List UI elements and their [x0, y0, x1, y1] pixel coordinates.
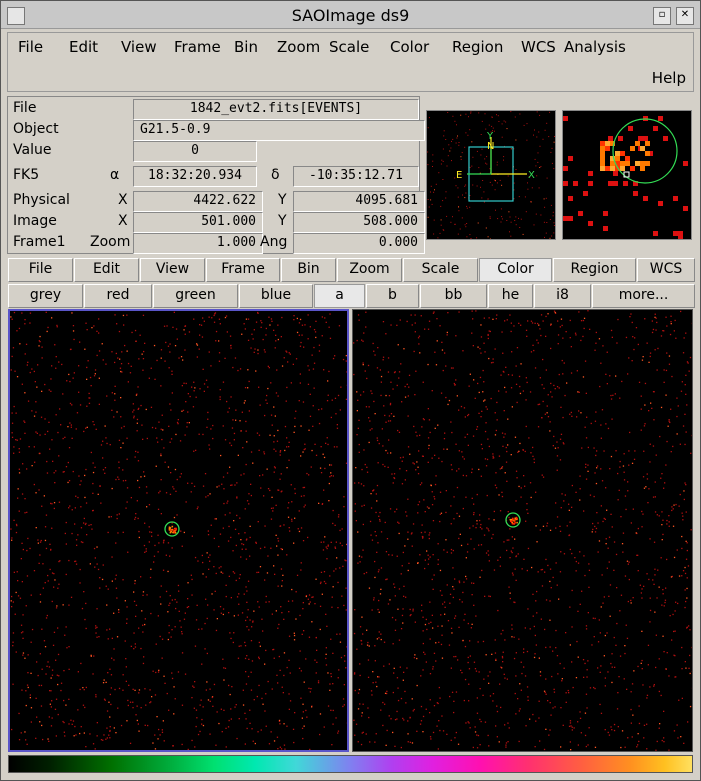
- button-bin[interactable]: Bin: [281, 258, 336, 282]
- value-label: Value: [13, 142, 52, 158]
- panner-north-text: N: [487, 141, 494, 152]
- frame-1-canvas: [10, 311, 347, 750]
- close-button[interactable]: ✕: [676, 7, 694, 25]
- frame-label: Frame1: [13, 234, 66, 250]
- frame-2-canvas: [353, 310, 692, 751]
- magnifier-pixels: [563, 116, 688, 239]
- menu-wcs[interactable]: WCS: [521, 38, 556, 56]
- alpha-label: α: [110, 167, 120, 183]
- colorbar[interactable]: [8, 755, 693, 773]
- menu-view[interactable]: View: [121, 38, 157, 56]
- colormap-b[interactable]: b: [366, 284, 419, 308]
- button-scale[interactable]: Scale: [403, 258, 478, 282]
- panner-canvas: X Y E N: [427, 111, 555, 239]
- colormap-blue[interactable]: blue: [239, 284, 313, 308]
- colormap-a[interactable]: a: [314, 284, 365, 308]
- colormap-bb[interactable]: bb: [420, 284, 487, 308]
- colormap-grey[interactable]: grey: [8, 284, 83, 308]
- button-wcs[interactable]: WCS: [637, 258, 695, 282]
- zoom-field: 1.000: [133, 233, 263, 254]
- colormap-green[interactable]: green: [153, 284, 238, 308]
- button-frame[interactable]: Frame: [206, 258, 280, 282]
- zoom-label: Zoom: [90, 234, 131, 250]
- minimize-button[interactable]: ▫: [653, 7, 671, 25]
- file-field: 1842_evt2.fits[EVENTS]: [133, 99, 419, 120]
- info-panel: File 1842_evt2.fits[EVENTS] Object G21.5…: [7, 96, 425, 254]
- menu-analysis[interactable]: Analysis: [564, 38, 626, 56]
- physical-label: Physical: [13, 192, 70, 208]
- angle-label: Ang: [260, 234, 288, 250]
- angle-field: 0.000: [293, 233, 425, 254]
- button-region[interactable]: Region: [553, 258, 636, 282]
- menu-zoom[interactable]: Zoom: [277, 38, 320, 56]
- button-view[interactable]: View: [140, 258, 205, 282]
- panner-x-text: X: [528, 170, 535, 181]
- value-field: 0: [133, 141, 257, 162]
- button-zoom[interactable]: Zoom: [337, 258, 402, 282]
- magnifier-view: [562, 110, 692, 240]
- image-y-field: 508.000: [293, 212, 425, 233]
- button-edit[interactable]: Edit: [74, 258, 139, 282]
- physical-x-label: X: [118, 192, 128, 208]
- menu-region[interactable]: Region: [452, 38, 503, 56]
- alpha-field: 18:32:20.934: [133, 166, 257, 187]
- delta-field: -10:35:12.71: [293, 166, 419, 187]
- menu-bin[interactable]: Bin: [234, 38, 258, 56]
- colormap-more[interactable]: more...: [592, 284, 695, 308]
- physical-y-field: 4095.681: [293, 191, 425, 212]
- panner-east-text: E: [456, 170, 462, 181]
- menu-color[interactable]: Color: [390, 38, 429, 56]
- menu-bar: File Edit View Frame Bin Zoom Scale Colo…: [7, 32, 694, 92]
- colormap-i8[interactable]: i8: [534, 284, 591, 308]
- menu-help[interactable]: Help: [652, 69, 686, 87]
- menu-scale[interactable]: Scale: [329, 38, 369, 56]
- image-label: Image: [13, 213, 57, 229]
- frame-2-events: [353, 310, 692, 751]
- image-y-label: Y: [278, 213, 287, 229]
- button-file[interactable]: File: [8, 258, 73, 282]
- physical-x-field: 4422.622: [133, 191, 263, 212]
- menu-frame[interactable]: Frame: [174, 38, 221, 56]
- object-label: Object: [13, 121, 59, 137]
- file-label: File: [13, 100, 37, 116]
- fk5-label: FK5: [13, 167, 40, 183]
- object-field: G21.5-0.9: [133, 120, 425, 141]
- physical-y-label: Y: [278, 192, 287, 208]
- menu-edit[interactable]: Edit: [69, 38, 98, 56]
- image-frame-2[interactable]: [352, 309, 693, 752]
- window-title: SAOImage ds9: [291, 6, 410, 25]
- title-bar: SAOImage ds9 ▫ ✕: [1, 1, 700, 29]
- delta-label: δ: [271, 167, 280, 183]
- panner-view[interactable]: X Y E N: [426, 110, 556, 240]
- image-frame-1[interactable]: [8, 309, 349, 752]
- image-x-label: X: [118, 213, 128, 229]
- colormap-he[interactable]: he: [488, 284, 533, 308]
- magnifier-canvas: [563, 116, 688, 239]
- colormap-red[interactable]: red: [84, 284, 152, 308]
- image-x-field: 501.000: [133, 212, 263, 233]
- button-color[interactable]: Color: [479, 258, 552, 282]
- menu-file[interactable]: File: [18, 38, 43, 56]
